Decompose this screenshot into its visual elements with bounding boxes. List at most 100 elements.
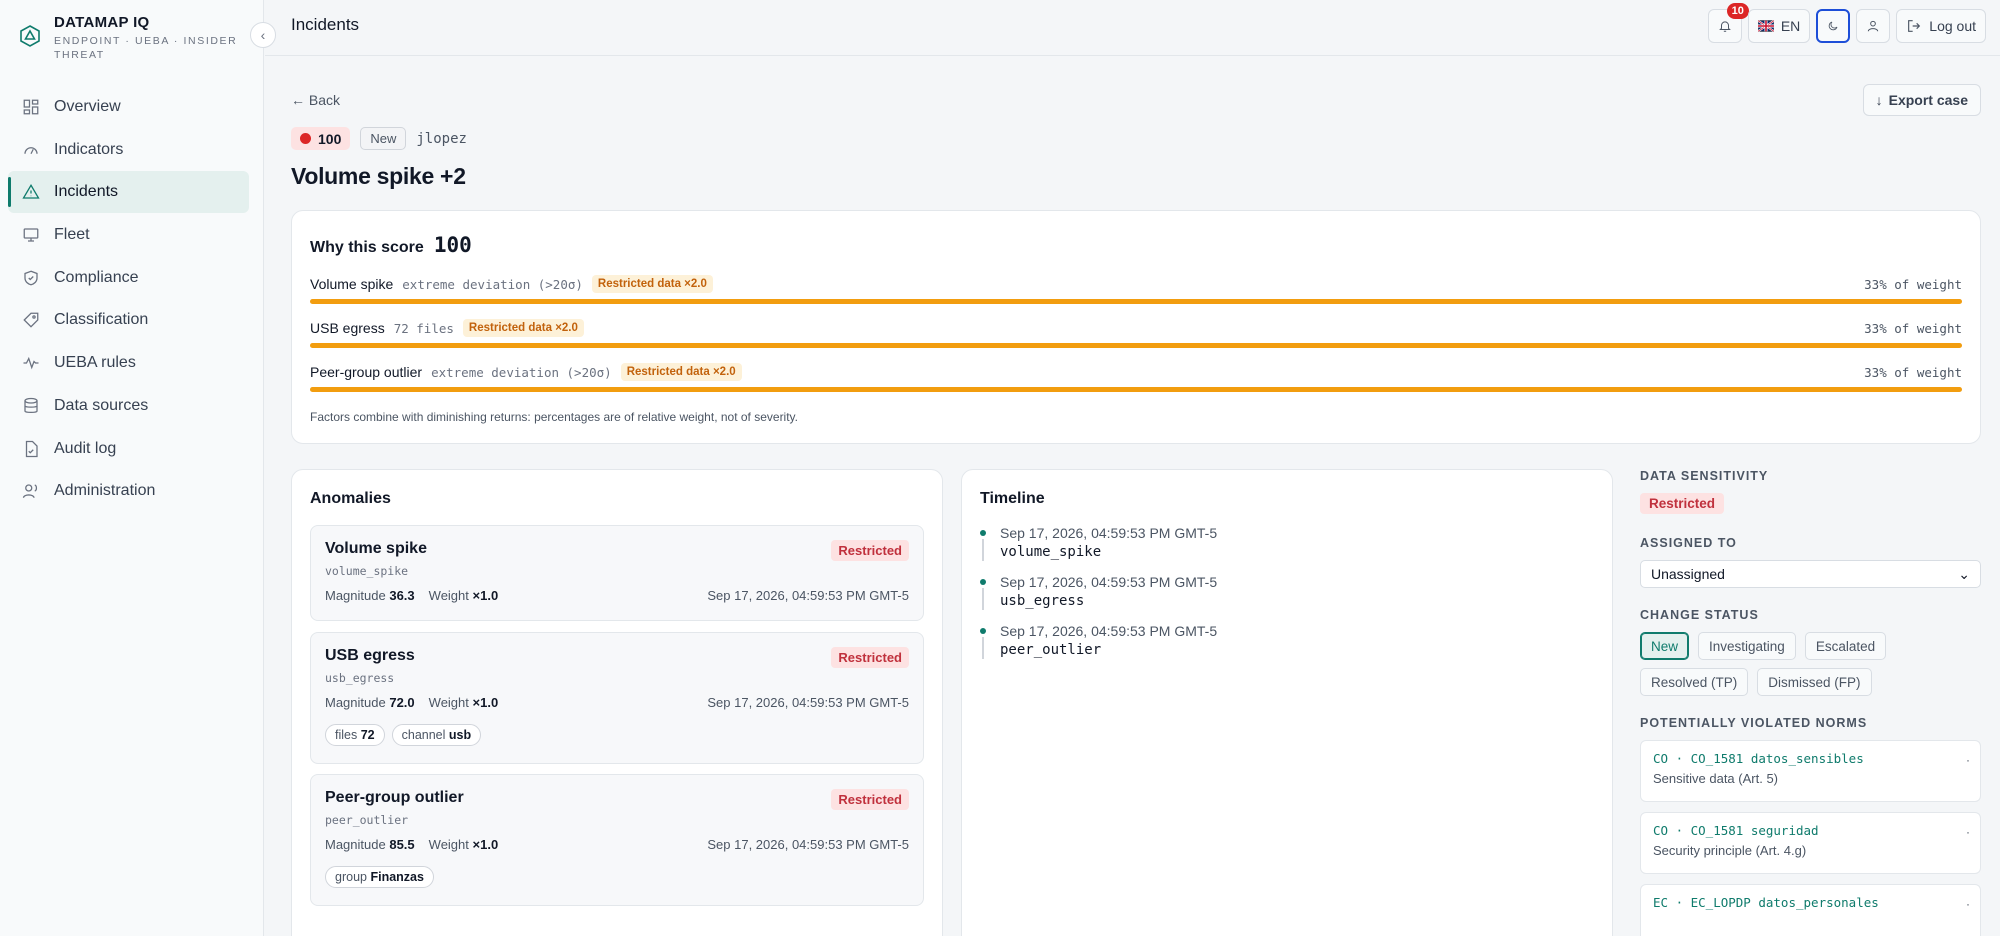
back-label: Back xyxy=(308,92,341,108)
timeline-event: Sep 17, 2026, 04:59:53 PM GMT-5 usb_egre… xyxy=(980,574,1218,610)
arrow-left-icon: ← xyxy=(291,92,305,108)
assigned-label: ASSIGNED TO xyxy=(1640,536,1737,550)
norm-description: Security principle (Art. 4.g) xyxy=(1653,843,1807,858)
timeline-date: Sep 17, 2026, 04:59:53 PM GMT-5 xyxy=(1000,574,1218,590)
profile-button[interactable] xyxy=(1856,9,1891,43)
theme-toggle-button[interactable] xyxy=(1816,9,1851,43)
factor-name: Peer-group outlier xyxy=(310,364,423,380)
status-new-button[interactable]: New xyxy=(1640,632,1690,660)
norm-item[interactable]: CO · CO_1581 datos_sensibles Sensitive d… xyxy=(1640,740,1981,802)
magnitude-value: 72.0 xyxy=(389,695,415,710)
factor-detail: extreme deviation (>20σ) xyxy=(431,364,612,380)
logout-button[interactable]: Log out xyxy=(1896,9,1986,43)
factor-name: USB egress xyxy=(310,320,385,336)
language-button[interactable]: EN xyxy=(1747,9,1811,43)
sidebar-item-label: Classification xyxy=(54,311,149,329)
incident-meta: 100 New jlopez xyxy=(291,127,467,150)
file-check-icon xyxy=(25,440,38,457)
norm-item[interactable]: EC · EC_LOPDP datos_personales · xyxy=(1640,884,1981,936)
sidebar-item-label: Data sources xyxy=(54,396,149,414)
chip-key: channel xyxy=(401,728,446,742)
back-link[interactable]: ← Back xyxy=(291,92,340,108)
anomaly-id: usb_egress xyxy=(325,671,395,685)
score-card-title: Why this score 100 xyxy=(310,233,472,257)
anomaly-title: Peer-group outlier xyxy=(325,789,464,806)
page-header-title: Incidents xyxy=(291,15,360,34)
topbar: Incidents 10 EN Log out xyxy=(265,0,2000,56)
timeline-event-name: volume_spike xyxy=(1000,544,1102,560)
magnitude-label: Magnitude xyxy=(325,695,386,710)
dot-icon: · xyxy=(1966,897,1970,911)
sidebar-item-data-sources[interactable]: Data sources xyxy=(8,385,249,427)
status-investigating-button[interactable]: Investigating xyxy=(1698,632,1796,660)
score-card-heading: Why this score xyxy=(310,239,424,256)
restricted-badge: Restricted xyxy=(831,789,909,810)
timeline-connector xyxy=(982,539,984,561)
norm-item[interactable]: CO · CO_1581 seguridad Security principl… xyxy=(1640,812,1981,874)
magnitude-value: 36.3 xyxy=(389,588,415,603)
sidebar-item-incidents[interactable]: Incidents xyxy=(8,171,249,214)
brand-subtitle: ENDPOINT · UEBA · INSIDER THREAT xyxy=(54,35,238,61)
factor-tag: Restricted data ×2.0 xyxy=(591,275,713,293)
factor-detail: 72 files xyxy=(393,320,454,336)
chip-key: files xyxy=(335,728,358,742)
brand-name: DATAMAP IQ xyxy=(54,14,150,31)
norm-code: EC · EC_LOPDP datos_personales xyxy=(1653,895,1879,910)
notifications-button[interactable]: 10 xyxy=(1707,3,1749,43)
factor-weight: 33% of weight xyxy=(1864,321,1962,336)
score-factor: Peer-group outlier extreme deviation (>2… xyxy=(310,363,1962,393)
norm-code: CO · CO_1581 seguridad xyxy=(1653,823,1819,838)
timeline-event-name: peer_outlier xyxy=(1000,642,1102,658)
factor-bar-fill xyxy=(310,343,1962,348)
restricted-badge: Restricted xyxy=(831,540,909,561)
norm-description: Sensitive data (Art. 5) xyxy=(1653,771,1778,786)
status-dismissed-button[interactable]: Dismissed (FP) xyxy=(1757,668,1872,696)
collapse-sidebar-button[interactable]: ‹ xyxy=(250,22,276,48)
uk-flag-icon xyxy=(1757,19,1774,33)
sidebar-item-ueba-rules[interactable]: UEBA rules xyxy=(8,342,249,384)
anomaly-metrics: Magnitude 72.0 Weight ×1.0 xyxy=(325,695,498,710)
anomaly-item[interactable]: Volume spike volume_spike Restricted Mag… xyxy=(310,525,924,621)
score-note: Factors combine with diminishing returns… xyxy=(310,410,799,424)
sidebar-item-indicators[interactable]: Indicators xyxy=(8,129,249,171)
weight-value: ×1.0 xyxy=(472,588,499,603)
sidebar-item-label: Compliance xyxy=(54,268,139,286)
logout-label: Log out xyxy=(1929,18,1976,34)
download-icon: ↓ xyxy=(1875,92,1883,108)
anomaly-title: USB egress xyxy=(325,647,415,664)
anomaly-item[interactable]: Peer-group outlier peer_outlier Restrict… xyxy=(310,774,924,906)
sidebar-item-label: Administration xyxy=(54,482,156,500)
factor-bar xyxy=(310,343,1962,348)
brand[interactable]: DATAMAP IQ ENDPOINT · UEBA · INSIDER THR… xyxy=(18,14,244,62)
sidebar-item-classification[interactable]: Classification xyxy=(8,299,249,341)
sidebar-item-label: UEBA rules xyxy=(54,354,136,372)
status-badge: New xyxy=(360,127,407,150)
sidebar-item-compliance[interactable]: Compliance xyxy=(8,257,249,299)
factor-tag: Restricted data ×2.0 xyxy=(620,363,742,381)
logo-icon xyxy=(20,25,40,47)
sidebar-item-administration[interactable]: Administration xyxy=(8,470,249,512)
assignee-select[interactable]: Unassigned ⌄ xyxy=(1640,560,1981,588)
score-factor: Volume spike extreme deviation (>20σ) Re… xyxy=(310,275,1962,305)
anomaly-metrics: Magnitude 85.5 Weight ×1.0 xyxy=(325,837,498,852)
sidebar-item-fleet[interactable]: Fleet xyxy=(8,214,249,256)
sidebar-item-audit-log[interactable]: Audit log xyxy=(8,428,249,470)
weight-value: ×1.0 xyxy=(472,695,499,710)
factor-name: Volume spike xyxy=(310,276,394,292)
sidebar-item-label: Audit log xyxy=(54,439,117,457)
score-value: 100 xyxy=(318,130,342,147)
status-escalated-button[interactable]: Escalated xyxy=(1804,632,1887,660)
status-resolved-button[interactable]: Resolved (TP) xyxy=(1640,668,1749,696)
timeline-title: Timeline xyxy=(980,490,1045,507)
page-title: Volume spike +2 xyxy=(291,163,466,189)
sidebar-nav: Overview Indicators Incidents Fleet Comp… xyxy=(8,86,249,513)
timeline-event: Sep 17, 2026, 04:59:53 PM GMT-5 volume_s… xyxy=(980,525,1217,561)
factor-bar-fill xyxy=(310,299,1962,304)
user-id: jlopez xyxy=(416,130,467,147)
sidebar-item-label: Incidents xyxy=(54,183,119,201)
weight-label: Weight xyxy=(428,695,469,710)
anomaly-chips: group Finanzas xyxy=(325,866,434,888)
sidebar-item-overview[interactable]: Overview xyxy=(8,86,249,128)
export-case-button[interactable]: ↓ Export case xyxy=(1862,84,1981,116)
anomaly-item[interactable]: USB egress usb_egress Restricted Magnitu… xyxy=(310,632,924,764)
